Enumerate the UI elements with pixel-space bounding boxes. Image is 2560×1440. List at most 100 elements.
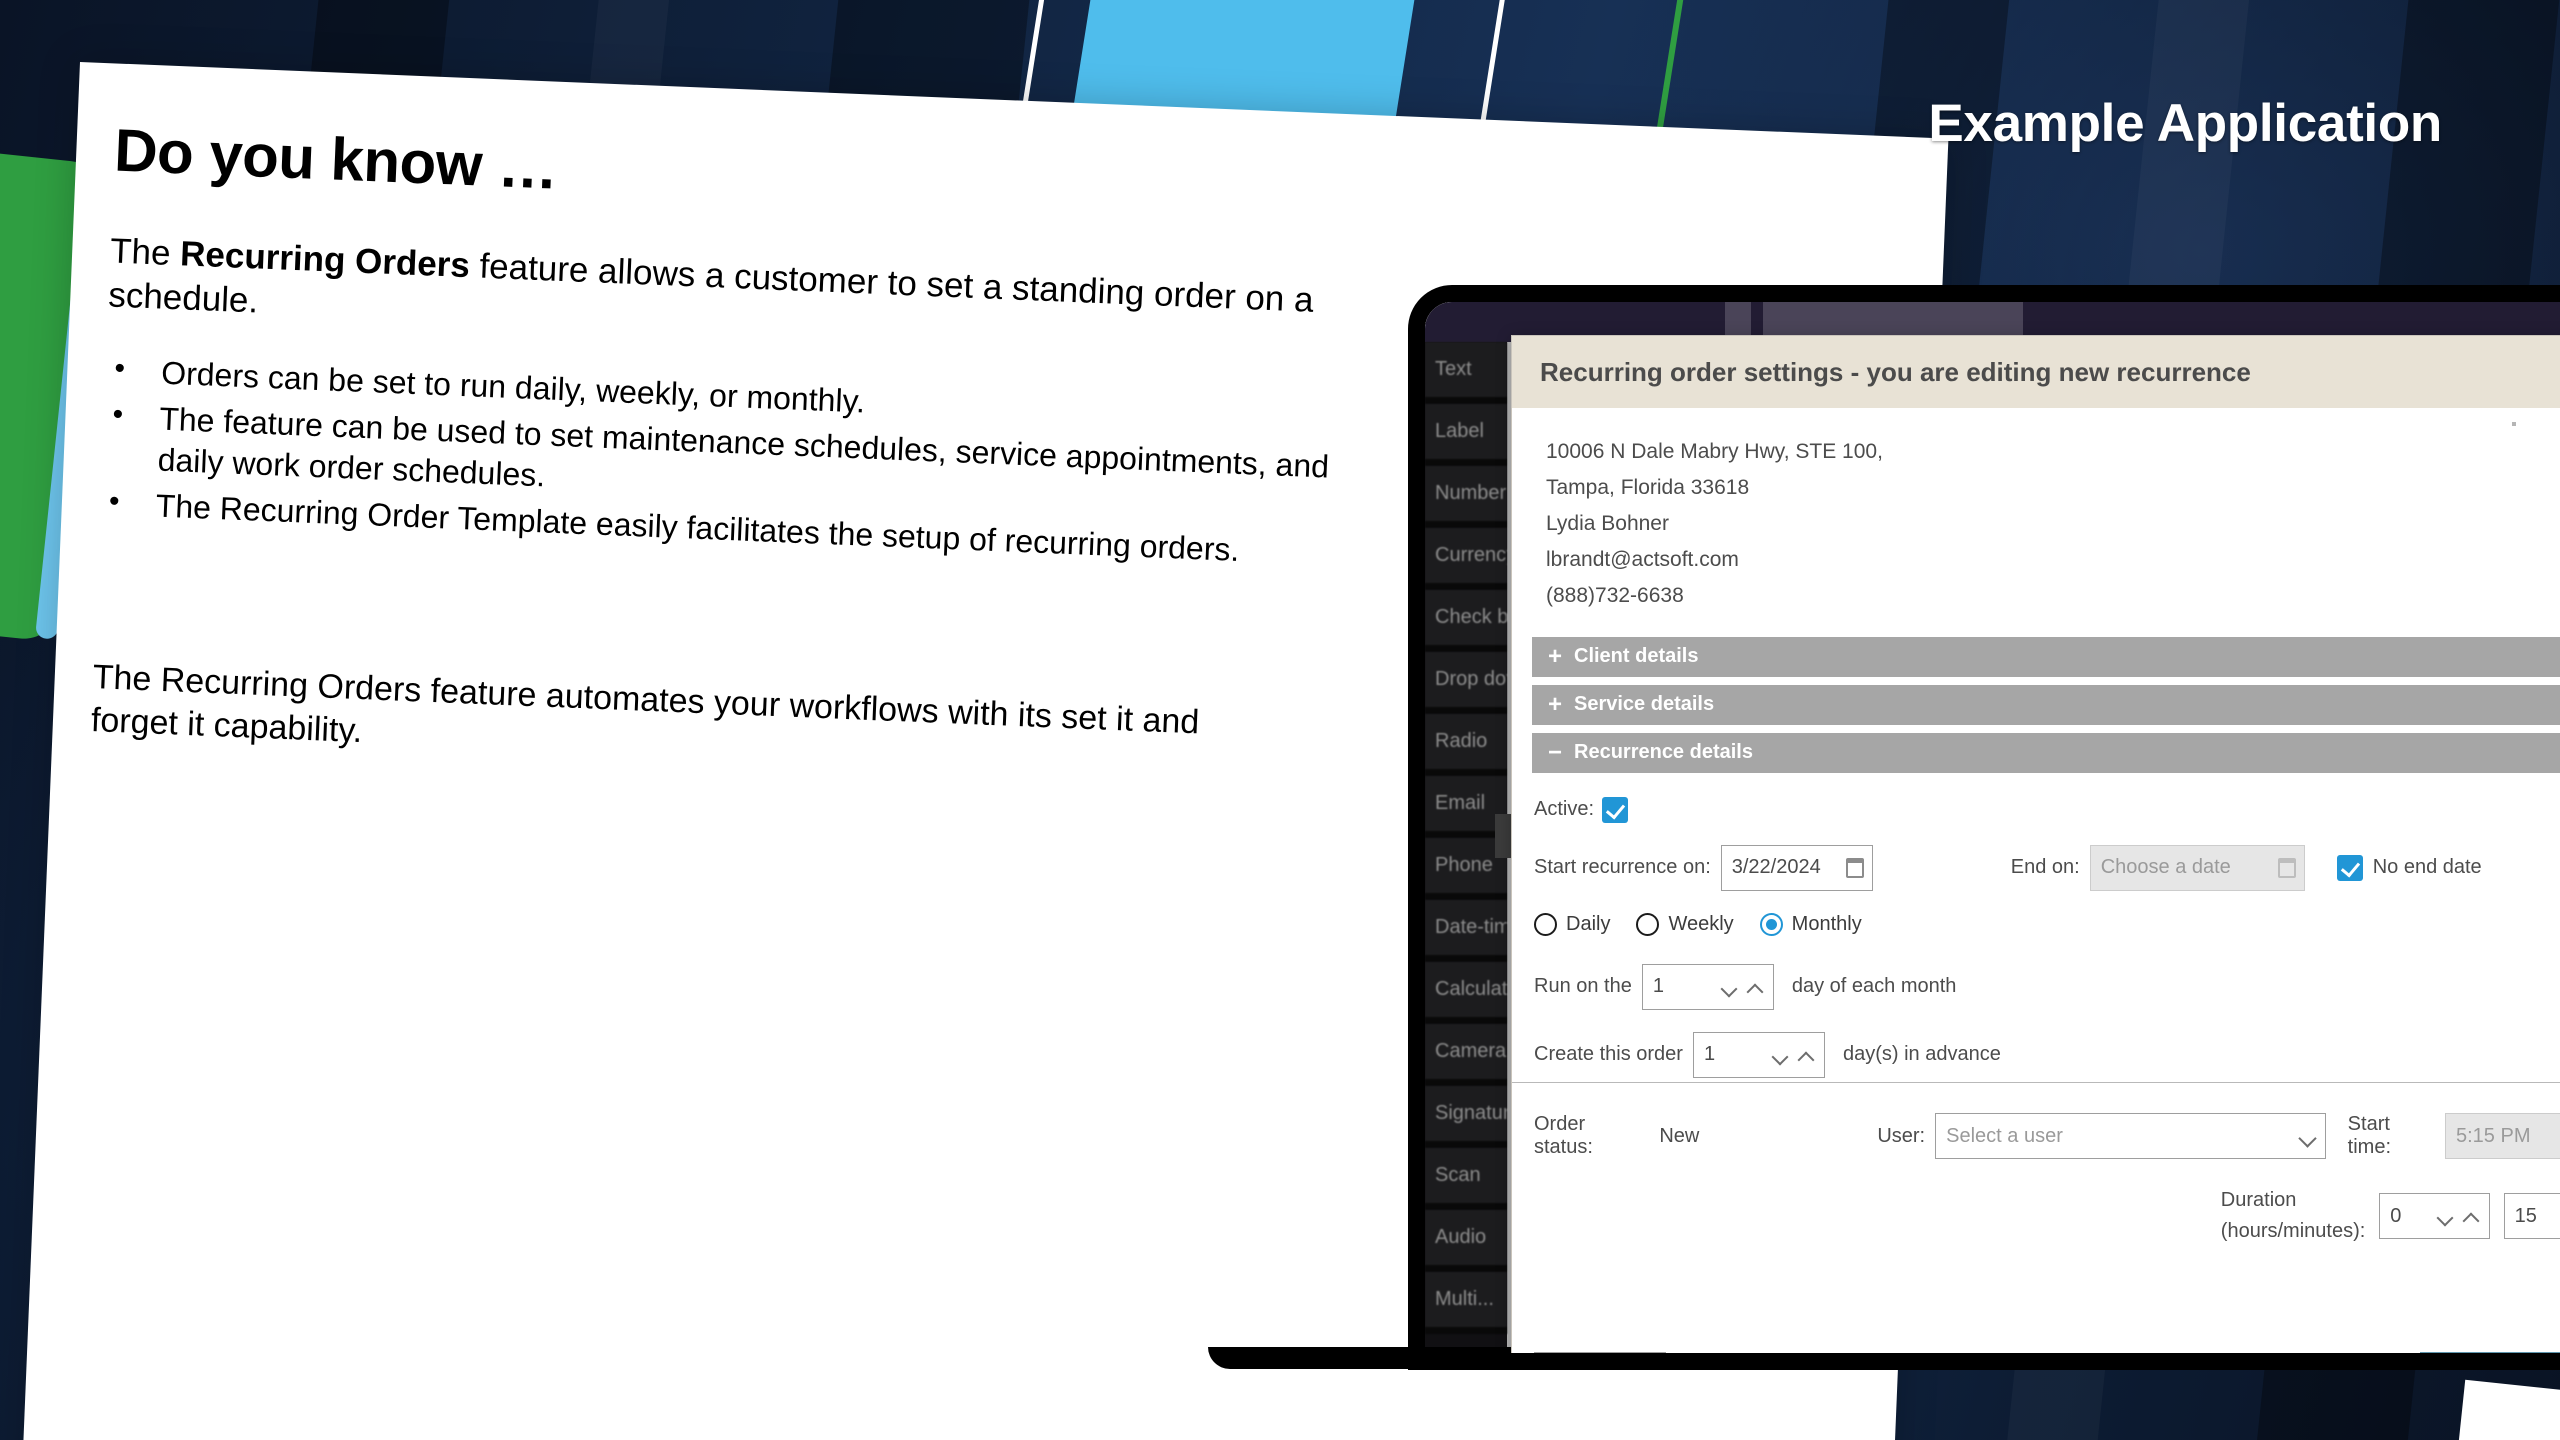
start-recurrence-date-value: 3/22/2024 [1731,856,1821,879]
sidebar-item-text[interactable]: Text [1425,342,1507,404]
no-end-date-checkbox[interactable] [2336,854,2363,881]
no-end-date-label: No end date [2372,856,2482,879]
order-status-label: Order status: [1534,1113,1593,1158]
sidebar-item-multi[interactable]: Multi... [1425,1272,1507,1334]
duration-minutes-spinner[interactable]: 15 [2503,1193,2560,1239]
accordion-label: Recurrence details [1574,741,1753,764]
address-line-email: lbrandt@actsoft.com [1546,548,1739,572]
active-checkbox[interactable] [1602,796,1628,823]
sidebar-item-signature[interactable]: Signature [1425,1086,1507,1148]
spinner-arrows [1774,1051,1824,1059]
sidebar-item-check-box[interactable]: Check box [1425,590,1507,652]
page-title: Do you know … [113,116,559,202]
radio-monthly[interactable]: Monthly [1759,912,1862,936]
start-recurrence-label: Start recurrence on: [1534,856,1711,879]
sidebar-item-currency[interactable]: Currency [1425,528,1507,590]
radio-weekly-label: Weekly [1668,912,1734,935]
device-mockup: Text Label Number Currency Check box Dro… [1208,285,2560,1385]
radio-daily[interactable]: Daily [1534,912,1611,936]
radio-monthly-label: Monthly [1791,912,1862,935]
sidebar-item-number[interactable]: Number [1425,466,1507,528]
create-in-advance-row: Create this order 1 day(s) in advance [1534,1031,2560,1078]
run-on-label: Run on the [1534,975,1632,998]
device-screen: Text Label Number Currency Check box Dro… [1408,285,2560,1370]
dialog-title: Recurring order settings - you are editi… [1540,356,2251,387]
address-line-phone: (888)732-6638 [1546,584,1684,608]
start-recurrence-date-input[interactable]: 3/22/2024 [1720,844,1873,891]
end-on-date-input[interactable]: Choose a date [2089,844,2305,891]
user-select[interactable]: Select a user [1935,1113,2326,1159]
order-status-value: New [1659,1124,1700,1147]
active-row: Active: [1534,796,2560,823]
radio-circle-selected-icon [1759,912,1783,936]
sidebar-item-date-time[interactable]: Date-time [1425,900,1507,962]
duration-label-line2: (hours/minutes): [2220,1220,2366,1242]
lead-paragraph: The Recurring Orders feature allows a cu… [108,229,1361,369]
radio-weekly[interactable]: Weekly [1636,912,1734,936]
date-range-row: Start recurrence on: 3/22/2024 End on: C… [1534,844,2560,891]
chevron-down-icon[interactable] [1774,1051,1788,1059]
create-this-order-label: Create this order [1534,1043,1683,1066]
bullet-list: Orders can be set to run daily, weekly, … [103,350,1355,575]
run-on-day-spinner[interactable]: 1 [1641,963,1774,1010]
chevron-down-icon[interactable] [1723,983,1737,991]
start-time-input[interactable]: 5:15 PM [2445,1113,2560,1159]
chevron-down-icon[interactable] [2301,1132,2315,1141]
duration-label-line1: Duration [2220,1189,2297,1211]
address-line-city: Tampa, Florida 33618 [1546,476,1750,500]
recurring-order-settings-dialog: Recurring order settings - you are editi… [1511,335,2560,1353]
chevron-up-icon[interactable] [1800,1051,1814,1059]
address-line-street: 10006 N Dale Mabry Hwy, STE 100, [1546,440,1883,463]
sidebar-item-audio[interactable]: Audio [1425,1210,1507,1272]
lead-pre: The [109,231,182,274]
stray-dot [2512,422,2516,426]
address-line-contact: Lydia Bohner [1546,512,1669,536]
end-on-date-placeholder: Choose a date [2100,856,2231,879]
run-on-suffix-label: day of each month [1791,975,1957,998]
run-on-day-value: 1 [1652,975,1664,998]
frequency-radio-group: Daily Weekly Monthly [1534,912,2560,936]
sidebar-item-label[interactable]: Label [1425,404,1507,466]
plus-icon: + [1548,642,1563,670]
plus-icon: + [1548,690,1563,718]
radio-daily-label: Daily [1566,912,1611,935]
decorative-white-corner [2455,1379,2560,1440]
user-select-placeholder: Select a user [1946,1124,2063,1147]
sidebar-item-scan[interactable]: Scan [1425,1148,1507,1210]
sidebar-item-calculation[interactable]: Calculation [1425,962,1507,1024]
dialog-scroll-content: 10006 N Dale Mabry Hwy, STE 100, Tampa, … [1512,408,2560,1082]
spinner-arrows [1723,983,1773,991]
client-address-block: 10006 N Dale Mabry Hwy, STE 100, Tampa, … [1512,422,2560,615]
sidebar-item-camera[interactable]: Camera [1425,1024,1507,1086]
duration-hours-spinner[interactable]: 0 [2379,1193,2490,1239]
dialog-header: Recurring order settings - you are editi… [1512,336,2560,408]
run-on-day-row: Run on the 1 day of each month [1534,963,2560,1010]
sidebar-item-radio[interactable]: Radio [1425,714,1507,776]
minus-icon: − [1548,738,1563,766]
accordion-service-details[interactable]: + Service details [1532,684,2560,725]
user-label: User: [1877,1124,1926,1147]
duration-hours-value: 0 [2390,1204,2402,1227]
slide-title: Example Application [1928,94,2442,153]
spinner-arrows [2439,1212,2489,1220]
radio-circle-icon [1636,912,1660,936]
closing-paragraph: The Recurring Orders feature automates y… [90,657,1200,751]
accordion-recurrence-details[interactable]: − Recurrence details [1532,732,2560,773]
create-in-advance-value: 1 [1703,1043,1716,1066]
active-label: Active: [1534,798,1595,821]
duration-minutes-value: 15 [2514,1204,2537,1227]
calendar-icon[interactable] [1845,857,1864,878]
calendar-icon[interactable] [2277,857,2296,878]
accordion-client-details[interactable]: + Client details [1532,636,2560,677]
start-time-label: Start time: [2347,1113,2392,1158]
chevron-down-icon[interactable] [2439,1212,2453,1220]
chevron-up-icon[interactable] [2465,1212,2479,1220]
close-icon[interactable]: ✕ [2551,353,2560,391]
chevron-up-icon[interactable] [1749,983,1763,991]
accordion-label: Client details [1574,645,1699,668]
create-in-advance-spinner[interactable]: 1 [1692,1031,1825,1078]
duration-label: Duration (hours/minutes): [2221,1185,2366,1247]
duration-row: Duration (hours/minutes): 0 15 [1534,1185,2560,1247]
sidebar-item-drop-down[interactable]: Drop down [1425,652,1507,714]
accordion-label: Service details [1574,693,1715,716]
